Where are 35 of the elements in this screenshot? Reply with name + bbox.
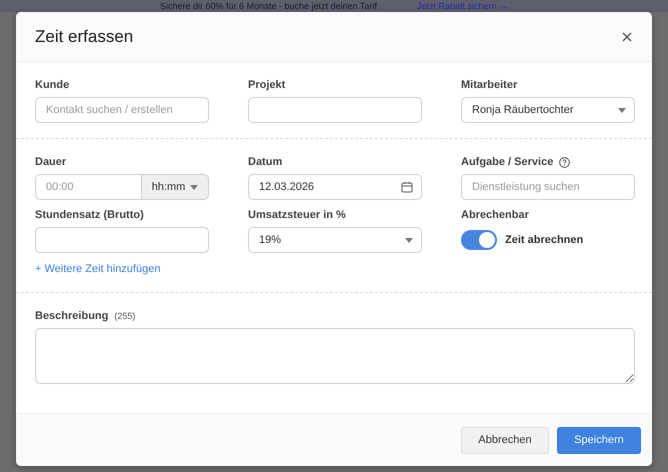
field-label: Abrechenbar bbox=[461, 209, 529, 221]
calendar-icon bbox=[401, 181, 413, 193]
text-field[interactable] bbox=[35, 227, 209, 253]
select-field[interactable]: Ronja Räubertochter bbox=[461, 97, 635, 123]
caret-icon bbox=[618, 108, 626, 112]
select-field[interactable]: 19% bbox=[248, 227, 422, 253]
field-label: Projekt bbox=[248, 79, 286, 91]
description-field[interactable] bbox=[35, 328, 635, 384]
close-button[interactable] bbox=[620, 30, 634, 44]
add-time-link[interactable]: + Weitere Zeit hinzufügen bbox=[35, 263, 160, 275]
caret-icon bbox=[405, 238, 413, 242]
character-count: (255) bbox=[114, 311, 136, 321]
field-label: Dauer bbox=[35, 156, 66, 168]
text-field[interactable]: Dienstleistung suchen bbox=[461, 174, 635, 200]
caret-icon bbox=[190, 184, 198, 190]
field-label: Umsatzsteuer in % bbox=[248, 209, 346, 221]
dialog-title: Zeit erfassen bbox=[35, 26, 134, 46]
text-field[interactable] bbox=[248, 97, 422, 123]
field-label: Beschreibung bbox=[35, 310, 108, 322]
field-label: Datum bbox=[248, 156, 282, 168]
field-label: Aufgabe / Service bbox=[461, 156, 554, 168]
help-icon[interactable] bbox=[559, 156, 570, 168]
banner-text: Sichere dir 60% für 6 Monate - buche jetzt deinen Tarif bbox=[160, 0, 377, 12]
toggle-label: Zeit abrechnen bbox=[505, 234, 584, 246]
text-field[interactable]: Kontakt suchen / erstellen bbox=[35, 97, 209, 123]
date-field[interactable]: 12.03.2026 bbox=[248, 174, 422, 200]
field-label: Stundensatz (Brutto) bbox=[35, 209, 144, 221]
field-label: Kunde bbox=[35, 79, 70, 91]
cancel-button[interactable]: Abbrechen bbox=[461, 426, 549, 454]
unit-dropdown[interactable]: hh:mm bbox=[142, 174, 209, 200]
toggle-switch[interactable] bbox=[461, 230, 497, 250]
duration-field[interactable]: 00:00 bbox=[35, 174, 142, 200]
save-button[interactable]: Speichern bbox=[557, 426, 641, 454]
field-label: Mitarbeiter bbox=[461, 79, 518, 91]
close-icon bbox=[622, 32, 632, 42]
